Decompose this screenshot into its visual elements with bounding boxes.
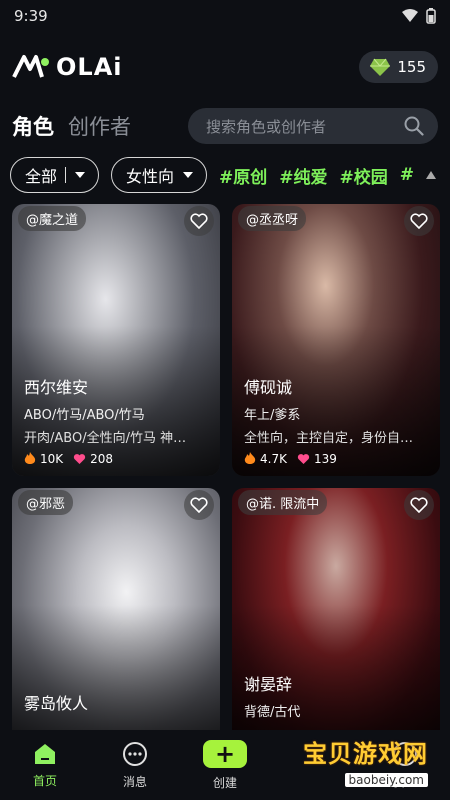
tab-creators[interactable]: 创作者 xyxy=(68,111,131,141)
status-bar: 9:39 xyxy=(0,0,450,32)
character-desc: 全性向，主控自定，身份自… xyxy=(244,431,414,446)
home-icon xyxy=(35,743,55,764)
app-logo: OLAi xyxy=(12,53,123,81)
card-info: 傅砚诚 年上/爹系 全性向，主控自定，身份自… 4.7K 139 xyxy=(244,374,430,466)
heart-icon xyxy=(297,454,310,465)
like-count: 208 xyxy=(90,452,114,466)
all-filter-dropdown[interactable]: 全部 xyxy=(10,157,100,193)
character-name: 谢晏辞 xyxy=(244,675,293,694)
app-header: OLAi 155 xyxy=(12,46,438,88)
tag-campus[interactable]: #校园 xyxy=(340,163,388,188)
nav-create[interactable]: + 创建 xyxy=(185,739,265,791)
character-desc: 开肉/ABO/全性向/竹马 神… xyxy=(24,431,187,446)
nav-home[interactable]: 首页 xyxy=(5,742,85,789)
watermark-url: baobeiy.com xyxy=(344,773,428,787)
search-icon xyxy=(404,116,424,136)
gem-icon xyxy=(370,58,391,76)
character-tags: 背德/古代 xyxy=(244,705,301,720)
battery-icon xyxy=(426,8,436,24)
nav-messages[interactable]: 消息 xyxy=(95,741,175,790)
status-icons xyxy=(402,8,436,24)
fire-icon xyxy=(244,452,256,464)
creator-handle[interactable]: @丞丞呀 xyxy=(238,206,307,231)
tag-original[interactable]: #原创 xyxy=(219,163,267,188)
gender-filter-dropdown[interactable]: 女性向 xyxy=(111,157,208,193)
plus-icon: + xyxy=(203,739,247,768)
more-tags-icon[interactable] xyxy=(426,171,437,179)
nav-home-label: 首页 xyxy=(32,773,57,788)
search-placeholder: 搜索角色或创作者 xyxy=(206,117,327,136)
heart-outline-icon xyxy=(190,213,208,229)
status-time: 9:39 xyxy=(14,7,48,25)
fire-icon xyxy=(24,452,36,464)
character-card[interactable]: @邪恶 雾岛攸人 xyxy=(12,488,220,730)
dropdown-divider xyxy=(65,167,67,183)
character-card[interactable]: @丞丞呀 傅砚诚 年上/爹系 全性向，主控自定，身份自… 4.7K 139 xyxy=(232,204,440,476)
heart-outline-icon xyxy=(410,213,428,229)
card-info: 雾岛攸人 xyxy=(24,690,210,720)
logo-mark-icon xyxy=(12,55,49,78)
creator-handle[interactable]: @邪恶 xyxy=(18,490,74,515)
favorite-button[interactable] xyxy=(404,206,434,236)
tag-pure-love[interactable]: #纯爱 xyxy=(279,163,327,188)
favorite-button[interactable] xyxy=(184,490,214,520)
nav-messages-label: 消息 xyxy=(122,774,147,789)
heart-outline-icon xyxy=(410,497,428,513)
heart-outline-icon xyxy=(190,497,208,513)
chevron-down-icon xyxy=(75,172,86,178)
search-input[interactable]: 搜索角色或创作者 xyxy=(188,108,438,144)
character-grid: @魔之道 西尔维安 ABO/竹马/ABO/竹马 开肉/ABO/全性向/竹马 神…… xyxy=(12,204,440,730)
heart-icon xyxy=(74,454,86,465)
watermark: 宝贝游戏网 baobeiy.com xyxy=(303,734,428,788)
card-info: 西尔维安 ABO/竹马/ABO/竹马 开肉/ABO/全性向/竹马 神… 10K … xyxy=(24,374,210,466)
card-stats: 4.7K 139 xyxy=(244,452,430,466)
heat-count: 10K xyxy=(40,452,64,466)
character-card[interactable]: @魔之道 西尔维安 ABO/竹马/ABO/竹马 开肉/ABO/全性向/竹马 神…… xyxy=(12,204,220,476)
chevron-down-icon xyxy=(183,172,194,178)
character-tags: 年上/爹系 xyxy=(244,408,301,423)
coin-balance[interactable]: 155 xyxy=(359,51,438,83)
card-stats: 10K 208 xyxy=(24,452,210,466)
tab-characters[interactable]: 角色 xyxy=(12,111,54,141)
nav-create-label: 创建 xyxy=(212,775,237,790)
like-count: 139 xyxy=(313,452,337,466)
gender-filter-label: 女性向 xyxy=(126,167,175,186)
favorite-button[interactable] xyxy=(404,490,434,520)
watermark-title: 宝贝游戏网 xyxy=(303,740,428,768)
coin-count: 155 xyxy=(397,58,426,76)
heat-count: 4.7K xyxy=(260,452,287,466)
character-tags: ABO/竹马/ABO/竹马 xyxy=(24,408,145,423)
wifi-icon xyxy=(402,9,418,22)
logo-text: OLAi xyxy=(56,53,123,81)
creator-handle[interactable]: @魔之道 xyxy=(18,206,87,231)
character-name: 雾岛攸人 xyxy=(24,694,89,713)
character-name: 傅砚诚 xyxy=(244,378,293,397)
character-card[interactable]: @诺. 限流中 谢晏辞 背德/古代 xyxy=(232,488,440,730)
filter-row: 全部 女性向 #原创 #纯爱 #校园 # xyxy=(10,157,450,193)
card-info: 谢晏辞 背德/古代 xyxy=(244,671,430,724)
chat-bubble-icon xyxy=(123,741,147,766)
character-name: 西尔维安 xyxy=(24,378,89,397)
all-filter-label: 全部 xyxy=(25,167,58,186)
favorite-button[interactable] xyxy=(184,206,214,236)
tag-partial[interactable]: # xyxy=(400,165,414,185)
tabs-row: 角色 创作者 搜索角色或创作者 xyxy=(12,104,438,148)
creator-handle[interactable]: @诺. 限流中 xyxy=(238,490,328,515)
